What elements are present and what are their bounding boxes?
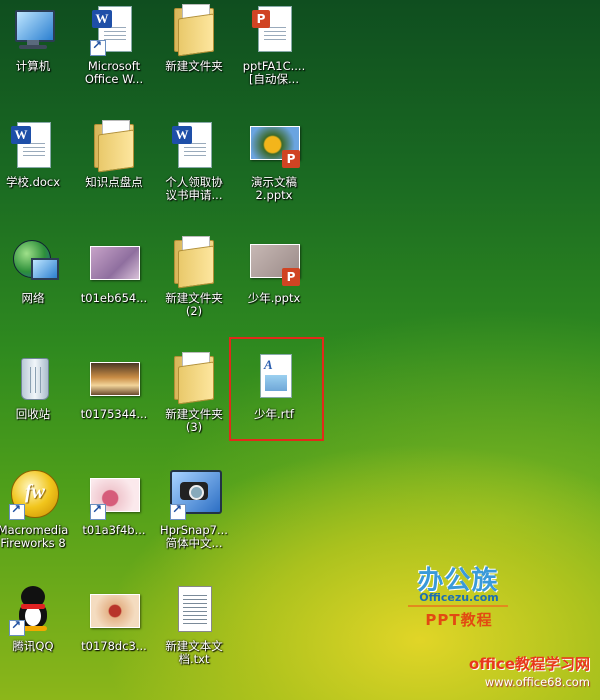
watermark-url: www.office68.com — [484, 675, 590, 689]
camera-icon — [170, 468, 222, 520]
rtf-document-icon — [250, 352, 298, 404]
icon-label: 知识点盘点 — [85, 175, 143, 189]
folder-icon — [90, 120, 138, 173]
icon-label: 演示文稿 2.pptx — [251, 175, 297, 202]
text-document-icon — [170, 584, 218, 636]
icon-label: t01eb654... — [80, 291, 148, 305]
presentation-thumbnail-icon: P — [250, 120, 300, 172]
icon-label: t0175344... — [80, 407, 148, 421]
desktop-icon-computer[interactable]: 计算机 — [0, 0, 74, 100]
network-globe-icon — [9, 236, 59, 288]
icon-label: t0178dc3... — [81, 639, 147, 653]
icon-label: 少年.rtf — [254, 407, 294, 421]
desktop[interactable]: 计算机 W Microsoft Office W... 新建文件夹 P pptF… — [0, 0, 600, 700]
powerpoint-file-icon: P — [250, 4, 298, 56]
icon-label: 回收站 — [15, 407, 51, 421]
image-thumbnail-icon — [90, 352, 140, 404]
desktop-icon-recycle-bin[interactable]: 回收站 — [0, 348, 74, 448]
desktop-icon-new-folder[interactable]: 新建文件夹 — [153, 0, 235, 100]
desktop-icon-knowledge-folder[interactable]: 知识点盘点 — [73, 116, 155, 216]
desktop-icon-network[interactable]: 网络 — [0, 232, 74, 332]
folder-icon — [170, 236, 218, 289]
desktop-icon-word-shortcut[interactable]: W Microsoft Office W... — [73, 0, 155, 100]
shortcut-arrow-icon — [90, 38, 106, 56]
icon-label: 学校.docx — [5, 175, 61, 189]
desktop-icon-image-t0178dc3[interactable]: t0178dc3... — [73, 580, 155, 680]
icon-label: HprSnap7... 简体中文... — [160, 523, 228, 550]
computer-icon — [9, 4, 57, 56]
desktop-icon-fireworks-shortcut[interactable]: fw Macromedia Fireworks 8 — [0, 464, 74, 564]
desktop-icon-new-folder-3[interactable]: 新建文件夹 (3) — [153, 348, 235, 448]
desktop-icon-school-docx[interactable]: W 学校.docx — [0, 116, 74, 216]
desktop-icon-agreement-doc[interactable]: W 个人领取协 议书申请... — [153, 116, 235, 216]
word-document-icon: W — [9, 120, 57, 172]
recycle-bin-icon — [9, 352, 57, 404]
image-thumbnail-icon — [90, 468, 140, 520]
icon-label: Macromedia Fireworks 8 — [0, 523, 69, 550]
watermark-divider — [408, 605, 508, 607]
icon-label: Microsoft Office W... — [84, 59, 144, 86]
fireworks-icon: fw — [9, 468, 59, 520]
watermark-domain: Officezu.com — [419, 591, 499, 604]
word-icon: W — [90, 4, 138, 56]
icon-label: 网络 — [21, 291, 45, 305]
word-document-icon: W — [170, 120, 218, 172]
icon-label: 新建文件夹 (3) — [165, 407, 223, 434]
desktop-icon-presentation-2[interactable]: P 演示文稿 2.pptx — [233, 116, 315, 216]
desktop-icon-ppt-autosave[interactable]: P pptFA1C.... [自动保... — [233, 0, 315, 100]
shortcut-arrow-icon — [9, 618, 25, 636]
desktop-icon-image-t01a3f4b[interactable]: t01a3f4b... — [73, 464, 155, 564]
desktop-icon-shaonian-pptx[interactable]: P 少年.pptx — [233, 232, 315, 332]
watermark-tagline: PPT教程 — [425, 611, 493, 629]
desktop-icon-hypersnap[interactable]: HprSnap7... 简体中文... — [153, 464, 235, 564]
icon-label: 计算机 — [15, 59, 51, 73]
watermark-site-name: office教程学习网 — [468, 655, 590, 673]
folder-icon — [170, 352, 218, 405]
icon-label: 新建文件夹 — [165, 59, 223, 73]
icon-label: 个人领取协 议书申请... — [165, 175, 223, 202]
icon-label: t01a3f4b... — [82, 523, 146, 537]
desktop-icon-qq[interactable]: 腾讯QQ — [0, 580, 74, 680]
shortcut-arrow-icon — [9, 502, 25, 520]
desktop-icon-new-folder-2[interactable]: 新建文件夹 (2) — [153, 232, 235, 332]
folder-icon — [170, 4, 218, 57]
desktop-icon-shaonian-rtf[interactable]: 少年.rtf — [233, 348, 315, 448]
presentation-thumbnail-icon: P — [250, 236, 300, 288]
icon-label: 腾讯QQ — [12, 639, 54, 653]
image-thumbnail-icon — [90, 584, 140, 636]
desktop-icon-image-t0175344[interactable]: t0175344... — [73, 348, 155, 448]
icon-label: 新建文件夹 (2) — [165, 291, 223, 318]
icon-label: pptFA1C.... [自动保... — [242, 59, 306, 86]
shortcut-arrow-icon — [90, 502, 106, 520]
icon-label: 少年.pptx — [247, 291, 301, 305]
shortcut-arrow-icon — [170, 502, 186, 520]
desktop-icon-new-text-file[interactable]: 新建文本文 档.txt — [153, 580, 235, 680]
image-thumbnail-icon — [90, 236, 140, 288]
qq-penguin-icon — [9, 584, 57, 636]
icon-label: 新建文本文 档.txt — [165, 639, 223, 666]
desktop-icon-image-t01eb654[interactable]: t01eb654... — [73, 232, 155, 332]
